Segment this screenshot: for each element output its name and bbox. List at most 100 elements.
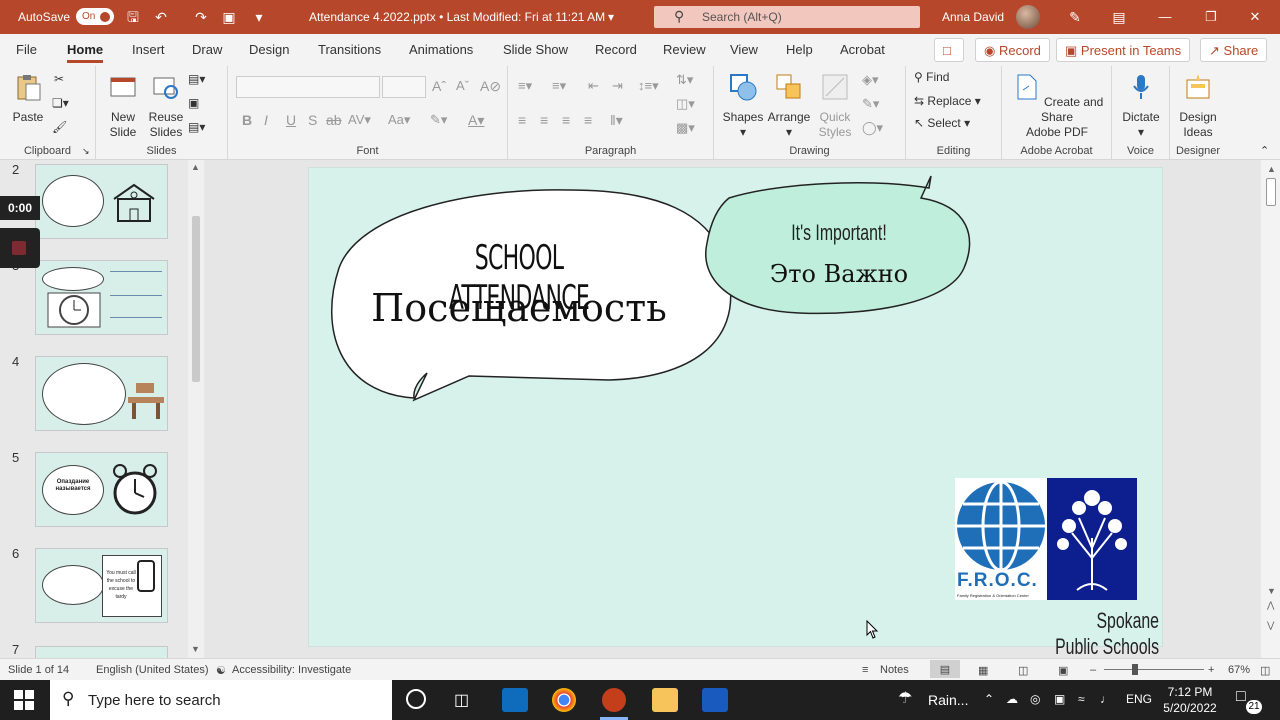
stop-recording-button[interactable] [0, 228, 40, 268]
input-language[interactable]: ENG [1126, 692, 1152, 706]
zoom-in-icon[interactable]: + [1208, 664, 1214, 676]
numbering-icon[interactable]: ≡▾ [552, 78, 566, 94]
editor-scroll-thumb[interactable] [1266, 178, 1276, 206]
next-slide-icon[interactable]: ⋁ [1267, 620, 1274, 631]
taskbar-clock[interactable]: 7:12 PM 5/20/2022 [1160, 684, 1220, 716]
slide-canvas[interactable]: SCHOOL ATTENDANCE Посещаемость It's Impo… [308, 167, 1163, 659]
smartart-icon[interactable]: ▩▾ [676, 120, 695, 136]
cut-icon[interactable]: ✂ [54, 72, 64, 86]
slide-thumbnail-7[interactable] [35, 646, 168, 658]
tab-file[interactable]: File [16, 42, 37, 57]
title-chevron-down-icon[interactable]: ▾ [608, 10, 614, 24]
shrink-font-icon[interactable]: Aˇ [456, 78, 469, 93]
chrome-icon[interactable] [552, 688, 576, 712]
tab-draw[interactable]: Draw [192, 42, 222, 57]
clipboard-launcher-icon[interactable]: ↘ [82, 146, 90, 157]
shape-fill-icon[interactable]: ◈▾ [862, 72, 879, 88]
powerpoint-icon[interactable] [602, 688, 626, 712]
char-spacing-icon[interactable]: AV▾ [348, 112, 371, 128]
select-button[interactable]: ↖ Select ▾ [914, 116, 970, 130]
align-center-icon[interactable]: ≡ [540, 112, 548, 128]
font-size-combo[interactable] [382, 76, 426, 98]
restore-icon[interactable]: ❐ [1202, 8, 1220, 26]
weather-icon[interactable]: ☂ [898, 688, 912, 708]
avatar[interactable] [1016, 5, 1040, 29]
reading-view-icon[interactable]: ◫ [1018, 664, 1028, 677]
tab-acrobat[interactable]: Acrobat [840, 42, 885, 57]
dictate-button[interactable]: Dictate ▾ [1118, 72, 1164, 140]
replace-button[interactable]: ⇆ Replace ▾ [914, 94, 981, 108]
zoom-slider[interactable] [1104, 669, 1204, 670]
align-right-icon[interactable]: ≡ [562, 112, 570, 128]
zoom-slider-thumb[interactable] [1132, 664, 1138, 675]
comments-button[interactable]: □ [934, 38, 964, 62]
tab-insert[interactable]: Insert [132, 42, 165, 57]
collapse-ribbon-icon[interactable]: ⌃ [1260, 144, 1269, 157]
language-status[interactable]: English (United States) [96, 664, 209, 676]
bubble-english-text[interactable]: It's Important! [774, 220, 904, 246]
weather-text[interactable]: Rain... [928, 692, 968, 708]
normal-view-icon[interactable]: ▤ [930, 660, 960, 678]
accessibility-status[interactable]: Accessibility: Investigate [232, 664, 351, 676]
fit-slide-icon[interactable]: ◫ [1260, 664, 1270, 677]
tab-view[interactable]: View [730, 42, 758, 57]
slide-thumbnail-6[interactable]: You must call the school to excuse the t… [35, 548, 168, 623]
justify-icon[interactable]: ≡ [584, 112, 592, 128]
decrease-indent-icon[interactable]: ⇤ [588, 78, 599, 94]
tab-record[interactable]: Record [595, 42, 637, 57]
slide-thumbnail-3[interactable] [35, 260, 168, 335]
tab-home[interactable]: Home [67, 42, 104, 63]
clear-format-icon[interactable]: A⊘ [480, 78, 501, 95]
bubble-russian-text[interactable]: Это Важно [749, 260, 929, 288]
redo-icon[interactable]: ↷ [192, 8, 210, 26]
file-explorer-icon[interactable] [652, 688, 678, 712]
user-name[interactable]: Anna David [942, 10, 1004, 24]
align-text-icon[interactable]: ◫▾ [676, 96, 695, 112]
minimize-icon[interactable]: — [1156, 8, 1174, 26]
taskbar-search[interactable]: ⚲ Type here to search [50, 680, 392, 720]
editor-scroll-down-icon[interactable]: ▼ [1267, 586, 1276, 596]
columns-icon[interactable]: ‖▾ [610, 112, 623, 129]
thumbnails-scrollbar[interactable]: ▲ ▼ [188, 160, 204, 658]
notifications-icon[interactable]: □ [1236, 688, 1246, 706]
wifi-icon[interactable]: ≈ [1078, 692, 1085, 706]
tree-logo[interactable] [1047, 478, 1137, 600]
thumbnails-scroll-thumb[interactable] [192, 216, 200, 382]
slide-counter[interactable]: Slide 1 of 14 [8, 664, 69, 676]
scroll-down-icon[interactable]: ▼ [191, 644, 200, 654]
present-in-teams-button[interactable]: ▣ Present in Teams [1056, 38, 1191, 62]
underline-icon[interactable]: U [286, 112, 296, 128]
tab-help[interactable]: Help [786, 42, 813, 57]
tab-transitions[interactable]: Transitions [318, 42, 381, 57]
slide-thumbnail-4[interactable] [35, 356, 168, 431]
search-box[interactable]: ⚲ Search (Alt+Q) [654, 6, 920, 28]
italic-icon[interactable]: I [264, 112, 268, 128]
scroll-up-icon[interactable]: ▲ [191, 162, 200, 172]
shape-effects-icon[interactable]: ◯▾ [862, 120, 883, 136]
editor-scrollbar[interactable]: ▲ ▼ ⋀ ⋁ [1261, 160, 1280, 658]
mic-tray-icon[interactable]: ◎ [1030, 692, 1040, 706]
copy-icon[interactable]: ❏▾ [52, 96, 69, 110]
share-button[interactable]: ↗ Share [1200, 38, 1268, 62]
font-color-icon[interactable]: A▾ [468, 112, 484, 129]
task-view-icon[interactable]: ◫ [454, 690, 469, 710]
undo-icon[interactable]: ↶ [152, 8, 170, 26]
editor-scroll-up-icon[interactable]: ▲ [1267, 164, 1276, 174]
pen-icon[interactable]: ✎ [1066, 8, 1084, 26]
windows-start-icon[interactable] [14, 690, 34, 710]
format-painter-icon[interactable]: 🖌 [52, 120, 67, 134]
new-slide-button[interactable]: New Slide [102, 72, 144, 140]
reuse-slides-button[interactable]: Reuse Slides [146, 72, 186, 140]
font-name-combo[interactable] [236, 76, 380, 98]
volume-icon[interactable]: ♩ [1100, 692, 1112, 706]
grow-font-icon[interactable]: Aˆ [432, 78, 446, 94]
froc-logo[interactable]: F.R.O.C. Family Registration & Orientati… [955, 478, 1047, 600]
arrange-button[interactable]: Arrange ▾ [766, 72, 812, 140]
slide-footer-text[interactable]: Spokane Public Schools [1051, 608, 1159, 660]
shape-outline-icon[interactable]: ✎▾ [862, 96, 879, 112]
find-button[interactable]: ⚲ Find [914, 70, 949, 84]
line-spacing-icon[interactable]: ↕≡▾ [638, 78, 659, 94]
strikethrough-icon[interactable]: ab [326, 112, 342, 128]
create-share-pdf-button[interactable]: Create and Share Adobe PDF [1006, 72, 1108, 140]
zoom-level[interactable]: 67% [1228, 664, 1250, 676]
